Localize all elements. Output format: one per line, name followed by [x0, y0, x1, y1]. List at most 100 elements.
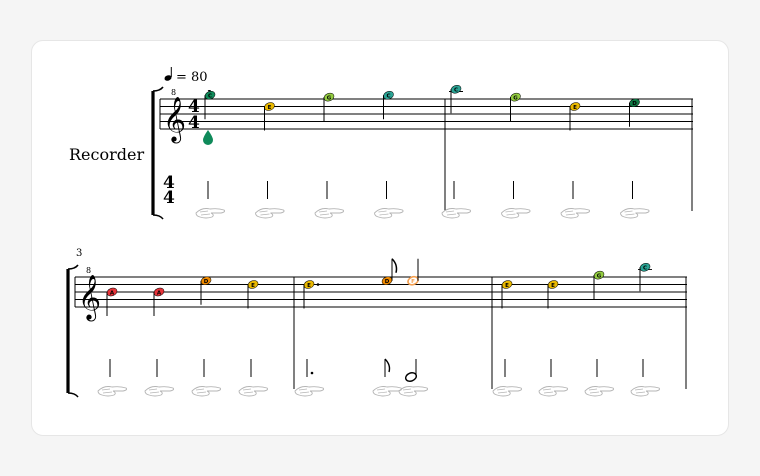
- finger-detail: [445, 210, 457, 216]
- note-label: D: [385, 279, 390, 285]
- fingering-hand-icon: [314, 208, 345, 219]
- fingering-hand-9: [97, 359, 128, 397]
- fingering-hand-icon: [144, 386, 175, 397]
- note-2: E: [264, 102, 275, 131]
- fingering-hand-icon: [191, 386, 222, 397]
- fingering-hand-icon: [238, 386, 269, 397]
- svg-text:𝄞: 𝄞: [78, 275, 101, 321]
- note-16: E: [501, 280, 513, 309]
- svg-text:𝄞: 𝄞: [163, 97, 186, 143]
- treble-clef-icon: 𝄞 8: [163, 88, 186, 143]
- fingering-hand-14: [372, 358, 403, 397]
- fingering-hand-icon: [630, 386, 661, 397]
- note-label: E: [307, 283, 311, 289]
- note-label: A: [157, 290, 162, 296]
- note-label: C: [643, 266, 647, 272]
- finger-detail: [376, 388, 388, 394]
- note-14: D: [381, 258, 398, 285]
- fingering-hand-8: [620, 181, 650, 219]
- note-7: E: [569, 102, 581, 131]
- finger-detail: [505, 210, 516, 216]
- note-label: E: [268, 105, 272, 111]
- finger-detail: [101, 388, 113, 394]
- note-13: E: [303, 280, 320, 309]
- finger-detail: [496, 388, 508, 394]
- note-1: C: [204, 90, 216, 120]
- finger-detail: [242, 388, 254, 394]
- augmentation-dot: [316, 283, 320, 286]
- finger-detail: [318, 210, 330, 216]
- tempo-text: = 80: [176, 70, 208, 85]
- note-label: C: [208, 94, 212, 100]
- measure-number: 3: [76, 248, 82, 259]
- fingering-hand-icon: [501, 208, 531, 219]
- note-label: F: [411, 279, 415, 285]
- fingering-hand-17: [538, 359, 569, 397]
- fingering-hand-icon: [398, 386, 429, 397]
- note-9: A: [106, 287, 118, 316]
- note-label: E: [551, 283, 555, 289]
- finger-detail: [199, 210, 211, 216]
- note-4: C: [383, 90, 394, 120]
- finger-detail: [148, 388, 160, 394]
- rhythm-flag: [384, 358, 391, 373]
- note-12: E: [247, 280, 259, 309]
- fingering-hand-7: [560, 181, 591, 219]
- fingering-hand-icon: [492, 386, 523, 397]
- fingering-hand-icon: [620, 208, 650, 219]
- fingering-hand-icon: [441, 208, 472, 219]
- fingering-hand-icon: [97, 386, 128, 397]
- note-label: C: [454, 88, 458, 94]
- note-11: D: [200, 276, 212, 305]
- note-17: E: [547, 280, 559, 309]
- note-8: D: [629, 98, 640, 127]
- octave-mark: 8: [171, 88, 176, 97]
- note-5: C: [449, 84, 463, 114]
- fingering-hand-11: [191, 359, 222, 397]
- note-label: A: [110, 290, 115, 296]
- note-10: A: [153, 287, 165, 316]
- note-label: E: [251, 283, 255, 289]
- hands-layer: [97, 181, 661, 397]
- note-label: G: [327, 95, 332, 101]
- fingering-hand-icon: [294, 386, 325, 397]
- thumb-hole-icon: [203, 130, 213, 145]
- finger-detail: [298, 388, 310, 394]
- svg-text:4: 4: [163, 188, 175, 208]
- fingering-hand-16: [492, 359, 523, 397]
- note-label: G: [513, 95, 518, 101]
- fingering-hand-icon: [538, 386, 569, 397]
- score-card: = 80 Recorder 𝄞 8 4 4 4 4 1 3: [31, 40, 729, 436]
- finger-detail: [564, 210, 576, 216]
- note-label: C: [386, 94, 390, 100]
- note-flag: [391, 258, 398, 273]
- finger-detail: [195, 388, 207, 394]
- note-label: E: [573, 105, 577, 111]
- finger-detail: [588, 388, 600, 394]
- fingering-hand-15: [398, 359, 429, 397]
- finger-detail: [259, 210, 270, 216]
- fingering-hand-icon: [255, 208, 285, 219]
- instrument-label: Recorder: [69, 145, 144, 164]
- treble-clef-icon: 𝄞 8: [78, 266, 101, 321]
- finger-detail: [634, 388, 646, 394]
- note-15: F: [407, 258, 419, 286]
- fingering-hand-4: [374, 181, 404, 219]
- fingering-hand-13: [294, 359, 325, 397]
- finger-detail: [542, 388, 554, 394]
- time-signature-hand-row: 4 4: [163, 173, 175, 208]
- finger-detail: [378, 210, 389, 216]
- fingering-hand-icon: [372, 386, 403, 397]
- fingering-hand-2: [255, 181, 285, 219]
- fingering-hand-1: [195, 181, 226, 219]
- octave-mark: 8: [86, 266, 91, 275]
- fingering-hand-6: [501, 181, 531, 219]
- system-2-staff: [74, 276, 687, 389]
- note-label: G: [597, 273, 602, 279]
- time-signature: 4 4: [188, 97, 200, 133]
- fingering-hand-3: [314, 181, 345, 219]
- fingering-hand-19: [630, 359, 661, 397]
- fingering-hand-18: [584, 359, 615, 397]
- score-sheet: = 80 Recorder 𝄞 8 4 4 4 4 1 3: [66, 67, 693, 398]
- fingering-hand-icon: [374, 208, 404, 219]
